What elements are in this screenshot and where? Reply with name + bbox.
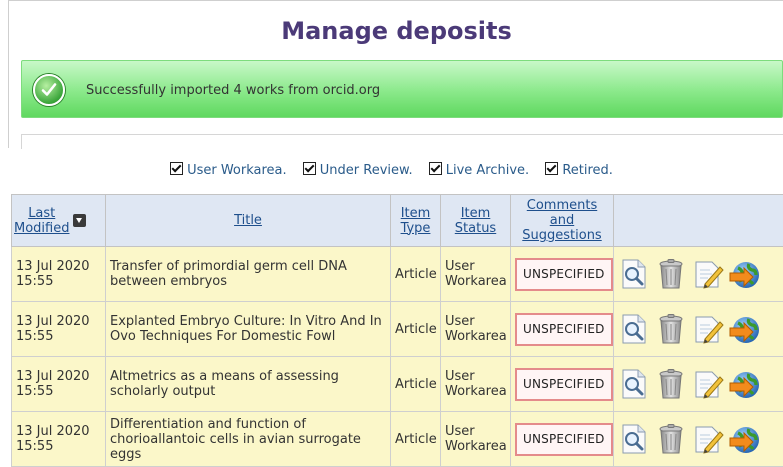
cell-actions bbox=[614, 302, 783, 357]
checkbox-icon[interactable] bbox=[545, 162, 558, 175]
deposit-globe-icon[interactable] bbox=[729, 313, 761, 345]
edit-icon[interactable] bbox=[692, 313, 724, 345]
filter-user-workarea[interactable]: User Workarea. bbox=[170, 162, 287, 178]
checkbox-icon[interactable] bbox=[170, 162, 183, 175]
cell-item-status: UserWorkarea bbox=[441, 412, 511, 467]
cell-title: Explanted Embryo Culture: In Vitro And I… bbox=[106, 302, 391, 357]
cell-last-modified: 13 Jul 202015:55 bbox=[12, 302, 106, 357]
col-item-status[interactable]: ItemStatus bbox=[441, 195, 511, 247]
filter-label: User Workarea. bbox=[187, 163, 287, 178]
filter-retired[interactable]: Retired. bbox=[545, 162, 613, 178]
filter-label: Live Archive. bbox=[446, 163, 529, 178]
sort-title-link[interactable]: Title bbox=[234, 213, 262, 228]
filter-live-archive[interactable]: Live Archive. bbox=[429, 162, 529, 178]
cell-title: Differentiation and function of chorioal… bbox=[106, 412, 391, 467]
filter-label: Retired. bbox=[562, 163, 613, 178]
cell-comments: UNSPECIFIED bbox=[511, 302, 614, 357]
sort-comments-link[interactable]: Comments andSuggestions bbox=[522, 198, 601, 243]
table-row: 13 Jul 202015:55 Differentiation and fun… bbox=[12, 412, 783, 467]
table-row: 13 Jul 202015:55 Altmetrics as a means o… bbox=[12, 357, 783, 412]
deposit-globe-icon[interactable] bbox=[729, 423, 761, 455]
deposit-globe-icon[interactable] bbox=[729, 368, 761, 400]
cell-last-modified: 13 Jul 202015:55 bbox=[12, 412, 106, 467]
trash-icon[interactable] bbox=[655, 368, 687, 400]
cell-actions bbox=[614, 357, 783, 412]
edit-icon[interactable] bbox=[692, 423, 724, 455]
comments-badge: UNSPECIFIED bbox=[515, 423, 613, 456]
cell-comments: UNSPECIFIED bbox=[511, 247, 614, 302]
filter-under-review[interactable]: Under Review. bbox=[303, 162, 413, 178]
view-icon[interactable] bbox=[618, 313, 650, 345]
cell-item-status: UserWorkarea bbox=[441, 357, 511, 412]
success-message: Successfully imported 4 works from orcid… bbox=[21, 60, 783, 118]
col-title[interactable]: Title bbox=[106, 195, 391, 247]
edit-icon[interactable] bbox=[692, 258, 724, 290]
cell-actions bbox=[614, 247, 783, 302]
success-message-text: Successfully imported 4 works from orcid… bbox=[86, 83, 380, 98]
deposits-table: LastModified Title ItemType ItemStatus C… bbox=[11, 194, 783, 467]
view-icon[interactable] bbox=[618, 258, 650, 290]
edit-icon[interactable] bbox=[692, 368, 724, 400]
comments-badge: UNSPECIFIED bbox=[515, 313, 613, 346]
import-panel bbox=[21, 134, 783, 149]
content-frame: Manage deposits Successfully imported 4 … bbox=[8, 0, 783, 148]
cell-last-modified: 13 Jul 202015:55 bbox=[12, 247, 106, 302]
view-icon[interactable] bbox=[618, 368, 650, 400]
page-title: Manage deposits bbox=[9, 17, 783, 45]
sort-last-modified-link[interactable]: LastModified bbox=[14, 206, 69, 236]
cell-item-type: Article bbox=[391, 357, 441, 412]
cell-item-type: Article bbox=[391, 412, 441, 467]
checkbox-icon[interactable] bbox=[429, 162, 442, 175]
deposit-globe-icon[interactable] bbox=[729, 258, 761, 290]
checkbox-icon[interactable] bbox=[303, 162, 316, 175]
cell-comments: UNSPECIFIED bbox=[511, 412, 614, 467]
sort-item-type-link[interactable]: ItemType bbox=[401, 206, 431, 236]
table-header-row: LastModified Title ItemType ItemStatus C… bbox=[12, 195, 783, 247]
filter-label: Under Review. bbox=[320, 163, 413, 178]
trash-icon[interactable] bbox=[655, 258, 687, 290]
cell-title: Altmetrics as a means of assessing schol… bbox=[106, 357, 391, 412]
table-row: 13 Jul 202015:55 Explanted Embryo Cultur… bbox=[12, 302, 783, 357]
col-item-type[interactable]: ItemType bbox=[391, 195, 441, 247]
table-row: 13 Jul 202015:55 Transfer of primordial … bbox=[12, 247, 783, 302]
cell-last-modified: 13 Jul 202015:55 bbox=[12, 357, 106, 412]
sort-desc-icon[interactable] bbox=[73, 214, 86, 227]
cell-comments: UNSPECIFIED bbox=[511, 357, 614, 412]
cell-item-status: UserWorkarea bbox=[441, 247, 511, 302]
cell-item-status: UserWorkarea bbox=[441, 302, 511, 357]
check-circle-icon bbox=[33, 74, 65, 106]
cell-title: Transfer of primordial germ cell DNA bet… bbox=[106, 247, 391, 302]
col-actions bbox=[614, 195, 783, 247]
cell-actions bbox=[614, 412, 783, 467]
comments-badge: UNSPECIFIED bbox=[515, 368, 613, 401]
comments-badge: UNSPECIFIED bbox=[515, 258, 613, 291]
cell-item-type: Article bbox=[391, 247, 441, 302]
cell-item-type: Article bbox=[391, 302, 441, 357]
col-comments[interactable]: Comments andSuggestions bbox=[511, 195, 614, 247]
status-filters: User Workarea. Under Review. Live Archiv… bbox=[0, 162, 783, 178]
trash-icon[interactable] bbox=[655, 313, 687, 345]
trash-icon[interactable] bbox=[655, 423, 687, 455]
sort-item-status-link[interactable]: ItemStatus bbox=[455, 206, 496, 236]
col-last-modified[interactable]: LastModified bbox=[12, 195, 106, 247]
view-icon[interactable] bbox=[618, 423, 650, 455]
